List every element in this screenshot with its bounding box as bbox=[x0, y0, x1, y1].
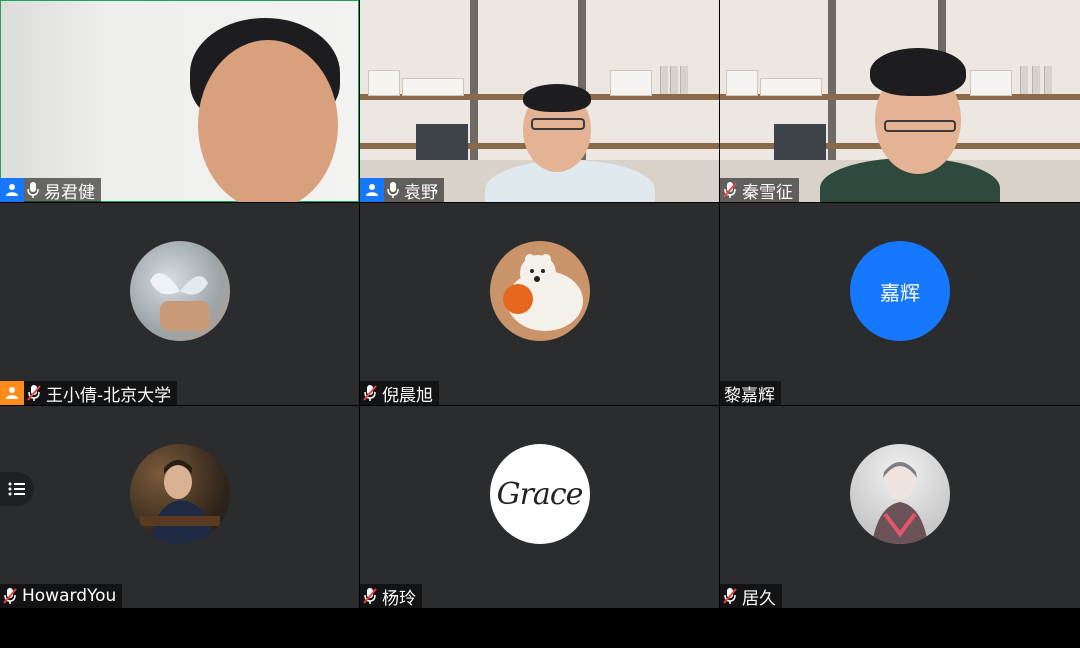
avatar bbox=[850, 444, 950, 544]
participant-tile-5[interactable]: 倪晨旭 bbox=[360, 203, 719, 405]
person-face bbox=[198, 40, 338, 202]
participant-name: 杨玲 bbox=[382, 588, 416, 609]
participant-tile-4[interactable]: 王小倩-北京大学 bbox=[0, 203, 359, 405]
butterfly-icon bbox=[149, 273, 210, 331]
avatar: Grace bbox=[489, 444, 590, 544]
name-tag: 居久 bbox=[720, 584, 782, 608]
microphone-muted-icon bbox=[360, 382, 380, 404]
person-icon bbox=[360, 178, 384, 202]
shelf-book bbox=[670, 66, 678, 94]
shelf-box bbox=[402, 78, 464, 96]
person-glasses bbox=[884, 120, 956, 132]
name-tag: 王小倩-北京大学 bbox=[0, 381, 178, 406]
participant-tile-8[interactable]: Grace 杨玲 bbox=[360, 406, 719, 608]
participant-tile-3[interactable]: 秦雪征 bbox=[720, 0, 1080, 202]
name-tag: 倪晨旭 bbox=[360, 381, 439, 405]
shelf-book bbox=[680, 66, 688, 94]
participant-tile-9[interactable]: 居久 bbox=[720, 406, 1080, 608]
participant-name: 秦雪征 bbox=[742, 182, 793, 203]
person-hair bbox=[523, 84, 591, 112]
portrait-photo-icon bbox=[139, 460, 220, 544]
anime-portrait-icon bbox=[872, 462, 928, 544]
participant-tile-2[interactable]: 袁野 bbox=[360, 0, 719, 202]
shelf-box bbox=[970, 70, 1012, 96]
avatar-text: Grace bbox=[496, 476, 584, 512]
microphone-icon bbox=[24, 179, 42, 201]
video-grid: 易君健 袁野 秦雪征 王小倩-北京大学 倪晨旭 嘉辉 黎嘉辉 HowardYou… bbox=[0, 0, 1080, 608]
person-hair bbox=[870, 48, 966, 96]
participant-name: 王小倩-北京大学 bbox=[46, 385, 172, 406]
shelf-box bbox=[610, 70, 652, 96]
polar-bear-icon bbox=[502, 254, 583, 331]
participant-name: 倪晨旭 bbox=[382, 385, 433, 406]
person-icon bbox=[0, 381, 24, 405]
avatar bbox=[129, 444, 230, 544]
microphone-muted-icon bbox=[360, 585, 380, 607]
participant-tile-6[interactable]: 嘉辉 黎嘉辉 bbox=[720, 203, 1080, 405]
shelf-box bbox=[726, 70, 758, 96]
name-tag: HowardYou bbox=[0, 584, 123, 608]
participant-name: 袁野 bbox=[404, 182, 438, 203]
participant-name: 黎嘉辉 bbox=[724, 385, 775, 406]
microphone-muted-icon bbox=[24, 382, 44, 404]
participant-tile-1[interactable]: 易君健 bbox=[0, 0, 359, 202]
participant-name: 易君健 bbox=[44, 182, 95, 203]
shelf-box bbox=[760, 78, 822, 96]
participant-tile-7[interactable]: HowardYou bbox=[0, 406, 359, 608]
person-icon bbox=[0, 178, 24, 202]
name-tag: 杨玲 bbox=[360, 584, 422, 608]
avatar-initials: 嘉辉 bbox=[850, 241, 950, 341]
participant-name: HowardYou bbox=[22, 586, 117, 606]
microphone-muted-icon bbox=[720, 179, 740, 201]
shelf-book bbox=[1020, 66, 1028, 94]
microphone-icon bbox=[384, 179, 402, 201]
shelf-book bbox=[1032, 66, 1040, 94]
avatar-text: 嘉辉 bbox=[880, 280, 920, 305]
person-glasses bbox=[531, 118, 585, 130]
microphone-muted-icon bbox=[0, 585, 20, 607]
name-tag: 易君健 bbox=[0, 178, 101, 202]
shelf-book bbox=[1044, 66, 1052, 94]
avatar bbox=[129, 241, 230, 341]
avatar bbox=[489, 241, 590, 341]
shelf-book bbox=[660, 66, 668, 94]
participant-name: 居久 bbox=[742, 588, 776, 609]
list-icon[interactable] bbox=[0, 472, 34, 506]
shelf-box bbox=[368, 70, 400, 96]
name-tag: 袁野 bbox=[360, 178, 444, 202]
name-tag: 秦雪征 bbox=[720, 178, 799, 202]
name-tag: 黎嘉辉 bbox=[720, 381, 781, 405]
microphone-muted-icon bbox=[720, 585, 740, 607]
